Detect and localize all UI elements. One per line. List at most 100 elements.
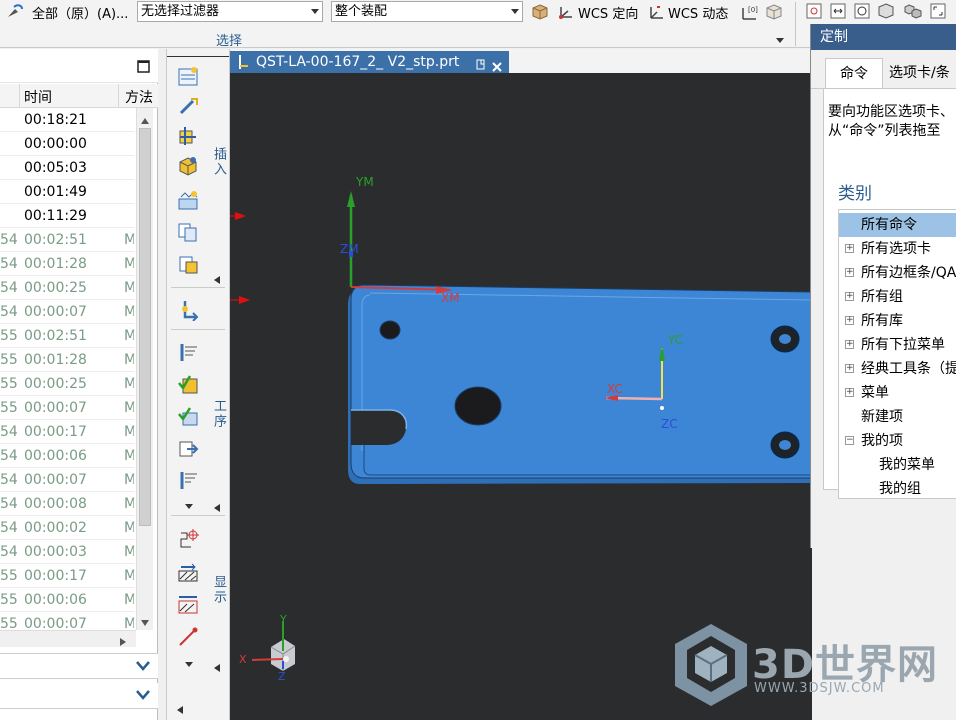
copy-operation-icon[interactable] <box>177 221 199 243</box>
wcs-dynamic-label[interactable]: WCS 动态 <box>668 3 728 22</box>
table-row[interactable]: 55 00:00:25 M <box>0 372 134 396</box>
move-operation-icon[interactable] <box>177 299 199 322</box>
tab-tabs-bars[interactable]: 选项卡/条 <box>889 58 956 88</box>
fit-view-icon[interactable] <box>830 3 846 23</box>
dependencies-panel-header[interactable] <box>0 683 158 709</box>
table-row[interactable]: 54 00:00:03 M <box>0 540 134 564</box>
navigator-vertical-scrollbar[interactable] <box>136 108 153 630</box>
tab-commands[interactable]: 命令 <box>825 58 883 89</box>
tree-item[interactable]: + 所有库 <box>839 309 956 333</box>
table-row[interactable]: 55 00:01:28 M <box>0 348 134 372</box>
table-row[interactable]: 54 00:00:07 M <box>0 468 134 492</box>
type-filter-select[interactable]: 无选择过滤器 <box>137 1 323 22</box>
table-row[interactable]: 54 00:00:25 M <box>0 276 134 300</box>
details-panel-header[interactable] <box>0 653 158 679</box>
tree-item[interactable]: + 经典工具条（提 <box>839 357 956 381</box>
paste-operation-icon[interactable] <box>177 253 199 275</box>
dialog-title[interactable]: 定制 <box>811 24 956 50</box>
tree-item[interactable]: 我的菜单 <box>839 453 956 477</box>
table-row[interactable]: 54 00:01:28 M <box>0 252 134 276</box>
expand-icon[interactable]: + <box>845 340 854 349</box>
generate-toolpath-icon[interactable] <box>177 341 199 363</box>
multi-body-icon[interactable] <box>904 3 922 23</box>
create-operation-icon[interactable] <box>177 189 199 211</box>
view-triad[interactable] <box>251 621 296 671</box>
create-method-icon[interactable] <box>177 155 199 177</box>
expand-icon[interactable]: + <box>845 388 854 397</box>
shop-doc-icon[interactable] <box>177 469 199 491</box>
scroll-up-arrow-icon[interactable] <box>141 113 149 128</box>
expand-icon[interactable]: + <box>845 364 854 373</box>
display-blank-icon[interactable] <box>177 561 199 583</box>
group-expand-icon[interactable] <box>214 661 220 676</box>
table-row[interactable]: 55 00:00:06 M <box>0 588 134 612</box>
table-row[interactable]: 54 00:00:07 M <box>0 300 134 324</box>
face-select-icon[interactable] <box>854 3 870 23</box>
collapse-icon[interactable]: − <box>845 436 854 445</box>
wcs-dynamic-icon[interactable] <box>648 4 666 24</box>
table-row[interactable]: 00:00:00 <box>0 132 134 156</box>
maximize-icon[interactable] <box>137 60 150 77</box>
snap-point-icon[interactable] <box>806 3 822 23</box>
dropdown-arrow-icon[interactable] <box>185 656 193 671</box>
document-tab[interactable]: QST-LA-00-167_2_ V2_stp.prt <box>230 51 509 73</box>
create-program-icon[interactable] <box>177 65 199 87</box>
group-expand-icon[interactable] <box>214 273 220 288</box>
table-row[interactable]: 54 00:00:17 M <box>0 420 134 444</box>
tree-item[interactable]: + 所有组 <box>839 285 956 309</box>
wcs-origin-icon[interactable]: [0] <box>740 3 760 25</box>
table-row[interactable]: 00:01:49 <box>0 180 134 204</box>
display-stock-icon[interactable] <box>177 593 199 615</box>
verify-toolpath-icon[interactable] <box>177 373 199 395</box>
simulate-machine-icon[interactable] <box>177 405 199 427</box>
create-geometry-icon[interactable] <box>177 125 199 147</box>
toolbar-more-chevron-icon[interactable] <box>776 33 784 48</box>
body-select-icon[interactable] <box>878 3 894 23</box>
table-row[interactable]: 54 00:00:06 M <box>0 444 134 468</box>
tree-item[interactable]: + 所有选项卡 <box>839 237 956 261</box>
scroll-down-arrow-icon[interactable] <box>141 615 149 630</box>
table-row[interactable]: 54 00:00:02 M <box>0 516 134 540</box>
table-row[interactable]: 54 00:00:08 M <box>0 492 134 516</box>
filter-scope-label[interactable]: 全部（原）(A)... <box>32 3 128 22</box>
table-row[interactable]: 00:11:29 <box>0 204 134 228</box>
table-row[interactable]: 54 00:02:51 M <box>0 228 134 252</box>
tree-item[interactable]: − 我的项 <box>839 429 956 453</box>
dropdown-arrow-icon[interactable] <box>185 498 193 513</box>
cube-icon[interactable] <box>532 4 548 24</box>
chevron-down-icon[interactable] <box>136 660 150 676</box>
tree-item[interactable]: + 所有下拉菜单 <box>839 333 956 357</box>
tree-item[interactable]: + 菜单 <box>839 381 956 405</box>
expand-icon[interactable]: + <box>845 316 854 325</box>
create-tool-icon[interactable] <box>177 95 199 117</box>
table-row[interactable]: 55 00:00:17 M <box>0 564 134 588</box>
tree-item[interactable]: 新建项 <box>839 405 956 429</box>
category-tree[interactable]: 所有命令 + 所有选项卡 + 所有边框条/QA + 所有组 + 所有库 + 所有下拉菜单 + 经典工具条… <box>838 209 956 499</box>
tree-item[interactable]: 我的组 <box>839 477 956 501</box>
package-icon[interactable] <box>766 4 782 24</box>
wcs-orient-icon[interactable] <box>558 4 576 24</box>
table-row[interactable]: 55 00:00:07 M <box>0 396 134 420</box>
display-toolpath-icon[interactable] <box>177 527 199 549</box>
group-expand-icon[interactable] <box>214 501 220 516</box>
navigator-horizontal-scrollbar[interactable] <box>0 630 136 647</box>
display-tool-icon[interactable] <box>177 625 199 647</box>
wcs-orient-label[interactable]: WCS 定向 <box>578 3 638 22</box>
column-header-time[interactable]: 时间 <box>24 87 52 107</box>
scrollbar-thumb[interactable] <box>139 128 151 526</box>
postprocess-icon[interactable] <box>177 437 199 459</box>
table-row[interactable]: 00:18:21 <box>0 108 134 132</box>
expand-icon[interactable]: + <box>845 292 854 301</box>
assembly-scope-select[interactable]: 整个装配 <box>331 1 523 22</box>
table-row[interactable]: 55 00:02:51 M <box>0 324 134 348</box>
tree-item[interactable]: + 所有边框条/QA <box>839 261 956 285</box>
part-model[interactable] <box>348 284 813 484</box>
tree-item[interactable]: 所有命令 <box>839 213 956 237</box>
scroll-right-arrow-icon[interactable] <box>120 635 126 650</box>
ribbon-scroll-icon[interactable] <box>177 703 183 718</box>
zoom-window-icon[interactable] <box>930 3 946 23</box>
expand-icon[interactable]: + <box>845 268 854 277</box>
column-header-method[interactable]: 方法 <box>125 87 153 107</box>
expand-icon[interactable]: + <box>845 244 854 253</box>
chevron-down-icon[interactable] <box>136 689 150 705</box>
